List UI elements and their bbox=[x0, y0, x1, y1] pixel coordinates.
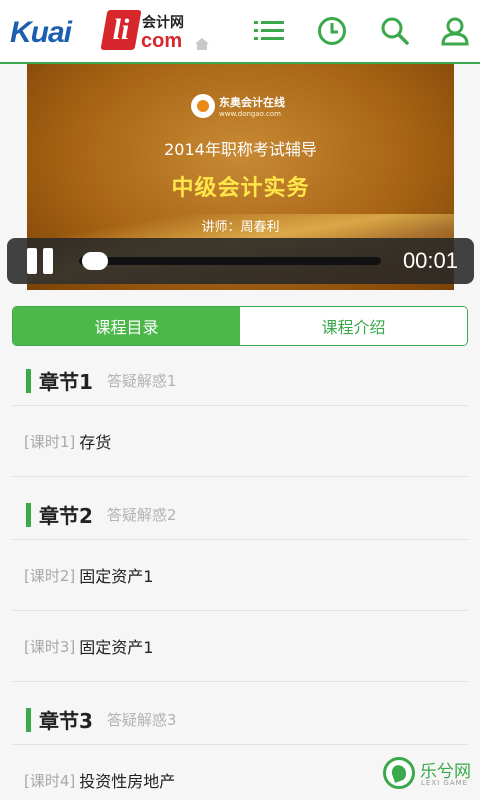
lesson-tag: [课时2] bbox=[24, 566, 76, 585]
chapter-header: 章节1 答疑解惑1 bbox=[12, 356, 468, 406]
lesson-item[interactable]: [课时2] 固定资产1 bbox=[12, 540, 468, 611]
site-logo[interactable]: Kuai li 会计网 com bbox=[10, 10, 210, 54]
chapter-marker bbox=[26, 707, 31, 732]
video-teacher: 讲师：周春利 bbox=[201, 220, 280, 235]
seek-thumb[interactable] bbox=[81, 252, 108, 270]
brand-url: www.dongao.com bbox=[219, 110, 281, 118]
chapter-subtitle: 答疑解惑2 bbox=[106, 506, 177, 524]
home-icon[interactable] bbox=[194, 36, 210, 50]
chapter-marker bbox=[26, 502, 31, 527]
search-icon[interactable] bbox=[378, 14, 412, 48]
course-tabs: 课程目录 课程介绍 bbox=[12, 306, 468, 346]
lesson-tag: [课时1] bbox=[24, 432, 76, 451]
tab-introduction[interactable]: 课程介绍 bbox=[240, 307, 467, 345]
logo-com-text: com bbox=[141, 30, 183, 52]
watermark-icon bbox=[383, 757, 415, 789]
lesson-item[interactable]: [课时3] 固定资产1 bbox=[12, 611, 468, 682]
video-subject: 中级会计实务 bbox=[171, 176, 310, 201]
chapter-marker bbox=[26, 368, 31, 393]
lesson-tag: [课时3] bbox=[24, 637, 76, 656]
lesson-name: 固定资产1 bbox=[79, 638, 154, 657]
lesson-name: 投资性房地产 bbox=[79, 772, 176, 791]
chapter-title: 章节2 bbox=[39, 504, 93, 528]
chapter-title: 章节1 bbox=[39, 370, 93, 394]
chapter-header: 章节3 答疑解惑3 bbox=[12, 695, 468, 745]
lesson-name: 存货 bbox=[79, 433, 112, 452]
logo-mark: li bbox=[100, 10, 142, 50]
lesson-tag: [课时4] bbox=[24, 771, 76, 790]
chapter-subtitle: 答疑解惑3 bbox=[106, 711, 177, 729]
lesson-name: 固定资产1 bbox=[79, 567, 154, 586]
tab-catalog[interactable]: 课程目录 bbox=[13, 307, 240, 345]
user-icon[interactable] bbox=[438, 14, 472, 48]
watermark-subtext: LEXI GAME bbox=[421, 779, 469, 787]
chapter-subtitle: 答疑解惑1 bbox=[106, 372, 177, 390]
player-controls: 00:01 bbox=[7, 238, 474, 284]
history-icon[interactable] bbox=[315, 14, 349, 48]
watermark-logo: 乐兮网 LEXI GAME bbox=[383, 755, 473, 793]
lesson-item[interactable]: [课时1] 存货 bbox=[12, 406, 468, 477]
logo-text: Kuai bbox=[10, 16, 72, 49]
brand-name: 东奥会计在线 bbox=[219, 96, 285, 109]
menu-icon[interactable] bbox=[252, 14, 286, 48]
video-title: 2014年职称考试辅导 bbox=[164, 140, 317, 159]
chapter-header: 章节2 答疑解惑2 bbox=[12, 490, 468, 540]
pause-icon[interactable] bbox=[27, 248, 55, 274]
app-header: Kuai li 会计网 com bbox=[0, 0, 480, 64]
logo-cn-text: 会计网 bbox=[142, 15, 184, 31]
chapter-title: 章节3 bbox=[39, 709, 93, 733]
video-brand-logo: 东奥会计在线 www.dongao.com bbox=[191, 94, 285, 118]
seek-bar[interactable] bbox=[79, 257, 381, 265]
brand-mark-icon bbox=[191, 94, 215, 118]
course-catalog: 章节1 答疑解惑1 [课时1] 存货 章节2 答疑解惑2 [课时2] 固定资产1… bbox=[12, 356, 468, 800]
playback-time: 00:01 bbox=[402, 248, 458, 273]
